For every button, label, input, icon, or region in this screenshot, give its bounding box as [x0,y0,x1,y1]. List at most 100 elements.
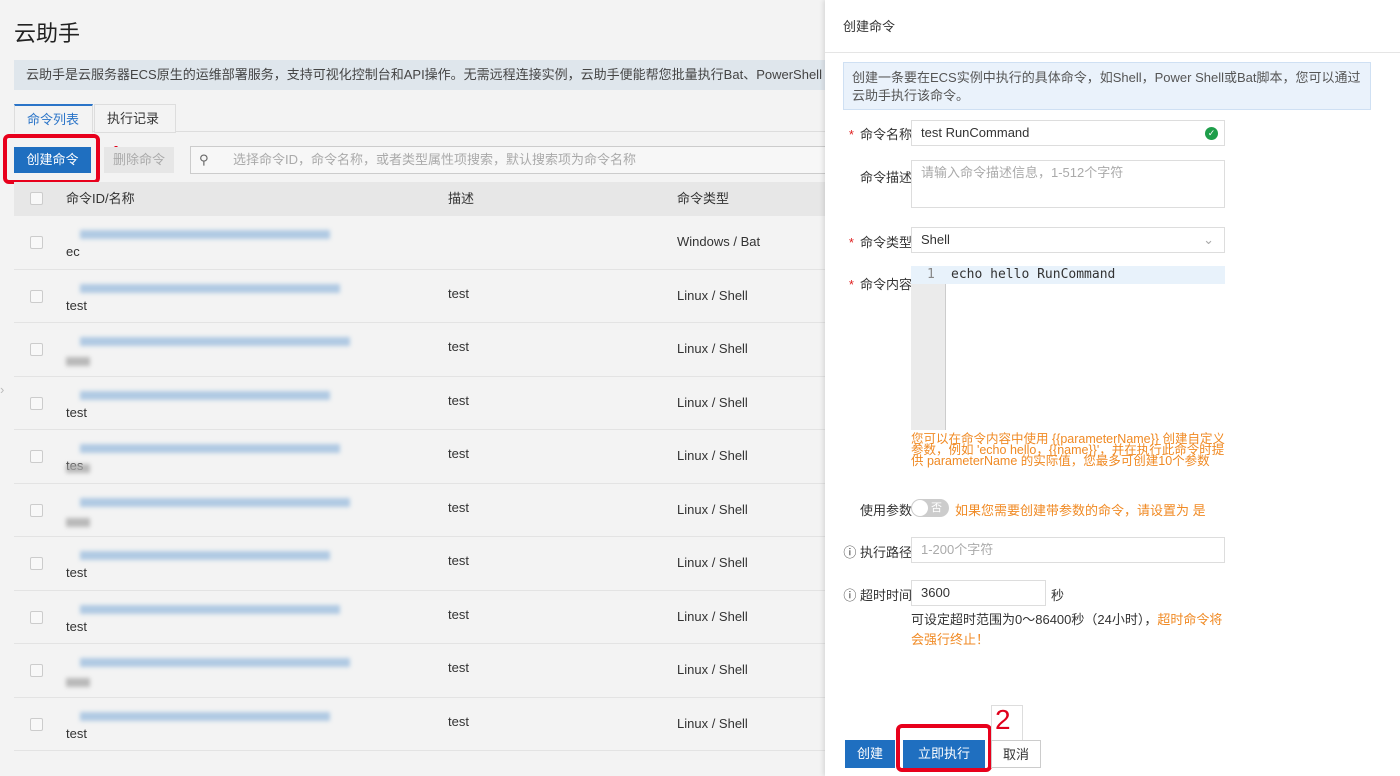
command-type: Linux / Shell [677,715,748,731]
table-row[interactable]: test Linux / Shell [14,644,825,698]
line-number: 1 [927,267,935,282]
command-desc: test [448,606,469,622]
command-desc: test [448,446,469,461]
path-input[interactable]: 1-200个字符 [911,537,1225,563]
type-select[interactable]: Shell ⌄ [911,227,1225,253]
delete-command-button[interactable]: 删除命令 [104,147,174,173]
redacted-id [80,337,350,346]
table-row[interactable]: ec Windows / Bat [14,216,825,270]
table-row[interactable]: test test Linux / Shell [14,377,825,430]
command-type: Linux / Shell [677,287,748,303]
row-checkbox[interactable] [30,343,43,356]
command-name[interactable]: test [66,298,87,313]
highlight-box [3,134,100,184]
redacted-id [80,551,330,560]
step-number: 2 [995,704,1011,735]
command-type: Linux / Shell [677,501,748,517]
name-label: * 命令名称 [848,127,912,142]
redacted-id [80,711,330,721]
code-content: echo hello RunCommand [951,267,1116,282]
row-checkbox[interactable] [30,717,43,731]
redacted-id [80,604,340,614]
redacted-id [80,444,340,453]
param-toggle[interactable]: 否 [911,499,949,517]
command-name[interactable]: test [66,726,87,741]
search-input[interactable]: ⚲ 选择命令ID，命令名称，或者类型属性项搜索，默认搜索项为命令名称 [190,146,825,174]
timeout-hint: 可设定超时范围为0～86400秒（24小时），超时命令将会强行终止！ [911,612,1223,647]
row-checkbox[interactable] [30,289,43,303]
panel-title: 创建命令 [825,0,1400,53]
redacted-id [80,658,350,667]
command-desc: test [448,660,469,675]
redacted-name [66,678,90,687]
command-type: Linux / Shell [677,608,748,624]
search-icon: ⚲ [199,152,209,167]
content-label: * 命令内容 [848,277,912,292]
command-desc: test [448,713,469,729]
timeout-unit: 秒 [1051,588,1065,603]
row-checkbox[interactable] [30,557,43,570]
command-desc: test [448,553,469,568]
table-header: 命令ID/名称 描述 命令类型 [14,182,825,216]
table-row[interactable]: test Linux / Shell [14,484,825,537]
command-name[interactable]: test [66,565,87,580]
table-row[interactable]: test test Linux / Shell [14,698,825,751]
path-label: ⓘ 执行路径 [843,545,912,560]
table-row[interactable]: tes test Linux / Shell [14,430,825,484]
command-name[interactable]: ec [66,244,80,259]
create-command-panel: 创建命令 创建一条要在ECS实例中执行的具体命令，如Shell，Power Sh… [825,0,1400,776]
header-desc: 描述 [448,191,475,206]
row-checkbox[interactable] [30,396,43,410]
redacted-name [66,464,90,473]
command-type: Windows / Bat [677,234,761,249]
row-checkbox[interactable] [30,236,43,249]
highlight-box [896,724,992,772]
select-all-checkbox[interactable] [30,192,43,205]
command-type: Linux / Shell [677,448,748,463]
command-desc: test [448,499,469,515]
redacted-name [66,517,90,527]
row-checkbox[interactable] [30,503,43,517]
name-input[interactable]: test RunCommand ✓ [911,120,1225,146]
desc-label: 命令描述 [859,170,912,185]
command-type: Linux / Shell [677,555,748,570]
redacted-name [66,357,90,366]
command-type: Linux / Shell [677,394,748,410]
redacted-id [80,497,350,507]
search-placeholder: 选择命令ID，命令名称，或者类型属性项搜索，默认搜索项为命令名称 [233,152,637,167]
code-editor[interactable]: 1 echo hello RunCommand [911,266,1225,430]
help-icon[interactable]: ⓘ [843,588,856,603]
tab-bar: 命令列表 执行记录 [14,104,825,133]
command-type: Linux / Shell [677,341,748,356]
row-checkbox[interactable] [30,450,43,463]
desc-textarea[interactable]: 请输入命令描述信息，1-512个字符 [911,160,1225,208]
param-hint: 如果您需要创建带参数的命令，请设置为 是 [955,503,1206,518]
command-desc: test [448,392,469,408]
table-row[interactable]: test test Linux / Shell [14,537,825,591]
type-label: * 命令类型 [848,235,912,250]
timeout-input[interactable]: 3600 [911,580,1046,606]
command-name[interactable]: test [66,405,87,420]
row-checkbox[interactable] [30,664,43,677]
redacted-id [80,283,340,293]
timeout-label: ⓘ 超时时间 [843,588,912,603]
header-name: 命令ID/名称 [66,191,135,206]
table-row[interactable]: test test Linux / Shell [14,591,825,644]
tab-command-list[interactable]: 命令列表 [14,104,93,133]
table-row[interactable]: test Linux / Shell [14,323,825,377]
command-type: Linux / Shell [677,662,748,677]
param-label: 使用参数 [859,503,912,518]
tab-execution-records[interactable]: 执行记录 [94,104,176,133]
create-button[interactable]: 创建 [845,740,895,768]
command-name[interactable]: test [66,619,87,634]
redacted-id [80,390,330,400]
command-desc: test [448,339,469,354]
collapse-handle-icon[interactable]: › [0,382,4,397]
cancel-button[interactable]: 取消 [991,740,1041,768]
help-icon[interactable]: ⓘ [843,545,856,560]
content-hint: 您可以在命令内容中使用 {{parameterName}} 创建自定义参数，例如… [911,432,1225,468]
panel-note: 创建一条要在ECS实例中执行的具体命令，如Shell，Power Shell或B… [843,62,1371,110]
row-checkbox[interactable] [30,610,43,624]
table-row[interactable]: test test Linux / Shell [14,270,825,323]
header-type: 命令类型 [677,191,730,206]
